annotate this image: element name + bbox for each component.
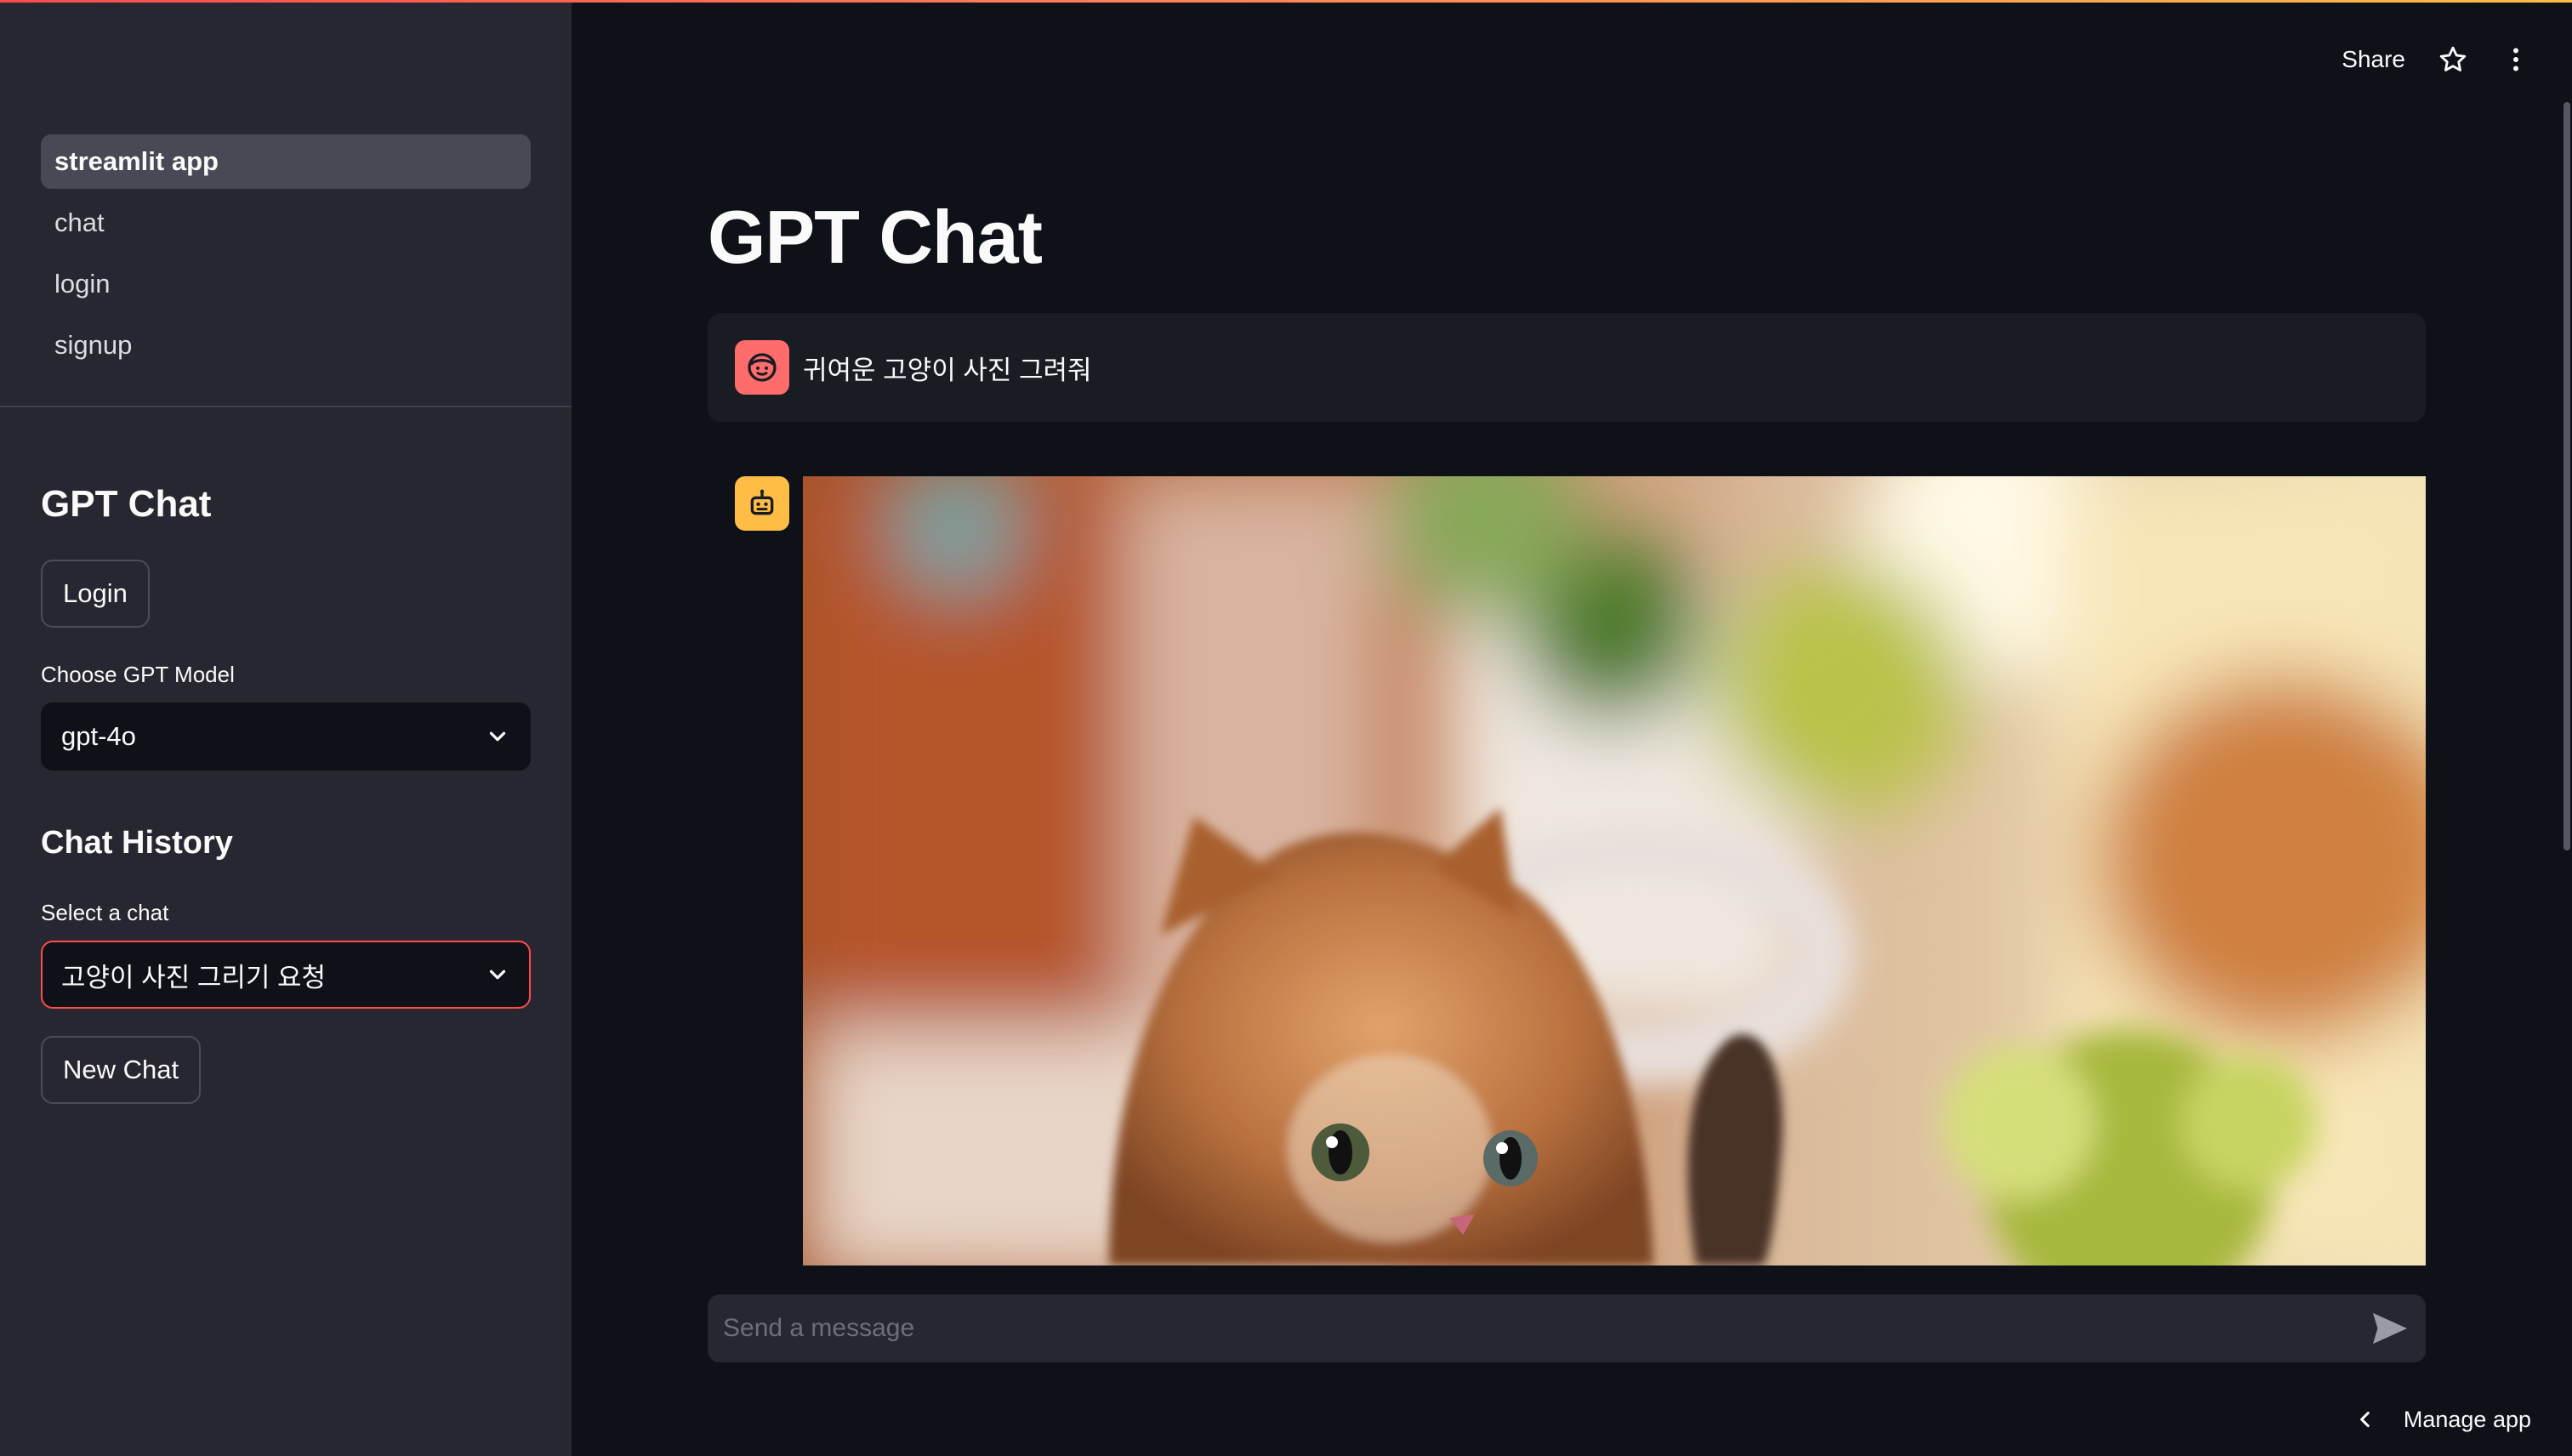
- more-vertical-icon[interactable]: [2501, 44, 2531, 75]
- sidebar-item-chat[interactable]: chat: [41, 196, 531, 250]
- sidebar: streamlit app chat login signup GPT Chat…: [0, 0, 572, 1456]
- share-button[interactable]: Share: [2342, 46, 2405, 73]
- manage-app-button[interactable]: Manage app: [2354, 1402, 2531, 1437]
- sidebar-item-streamlit-app[interactable]: streamlit app: [41, 134, 531, 189]
- chat-history-heading: Chat History: [41, 825, 233, 861]
- send-button[interactable]: [2371, 1311, 2409, 1345]
- sidebar-item-login[interactable]: login: [41, 257, 531, 311]
- chevron-down-icon: [485, 724, 510, 749]
- new-chat-button[interactable]: New Chat: [41, 1036, 202, 1104]
- chat-select-value: 고양이 사진 그리기 요청: [61, 962, 327, 992]
- sidebar-nav: streamlit app chat login signup: [41, 134, 531, 379]
- main-scrollbar[interactable]: [2563, 102, 2570, 850]
- model-select-value: gpt-4o: [61, 721, 136, 751]
- sidebar-title: GPT Chat: [41, 483, 212, 525]
- chat-select[interactable]: 고양이 사진 그리기 요청: [41, 941, 531, 1009]
- manage-app-label: Manage app: [2403, 1406, 2531, 1432]
- model-select-label: Choose GPT Model: [41, 662, 235, 687]
- generated-cat-image: [803, 476, 2426, 1265]
- header-actions: Share: [2342, 37, 2531, 82]
- robot-icon: [750, 489, 774, 515]
- login-button[interactable]: Login: [41, 560, 150, 628]
- star-icon[interactable]: [2438, 44, 2468, 75]
- select-chat-label: Select a chat: [41, 900, 169, 925]
- send-icon: [2373, 1312, 2407, 1345]
- chevron-down-icon: [485, 962, 510, 987]
- assistant-avatar: [735, 476, 789, 531]
- user-message: 귀여운 고양이 사진 그려줘: [708, 313, 2426, 422]
- sidebar-divider: [0, 406, 572, 407]
- user-face-icon: [748, 353, 777, 382]
- sidebar-item-signup[interactable]: signup: [41, 318, 531, 373]
- chevron-left-icon: [2360, 1411, 2370, 1428]
- model-select[interactable]: gpt-4o: [41, 702, 531, 771]
- chat-input[interactable]: [708, 1294, 2426, 1362]
- user-message-text: 귀여운 고양이 사진 그려줘: [803, 355, 1092, 385]
- top-decoration-bar: [0, 0, 2572, 3]
- user-avatar: [735, 340, 789, 395]
- page-title: GPT Chat: [708, 195, 1043, 279]
